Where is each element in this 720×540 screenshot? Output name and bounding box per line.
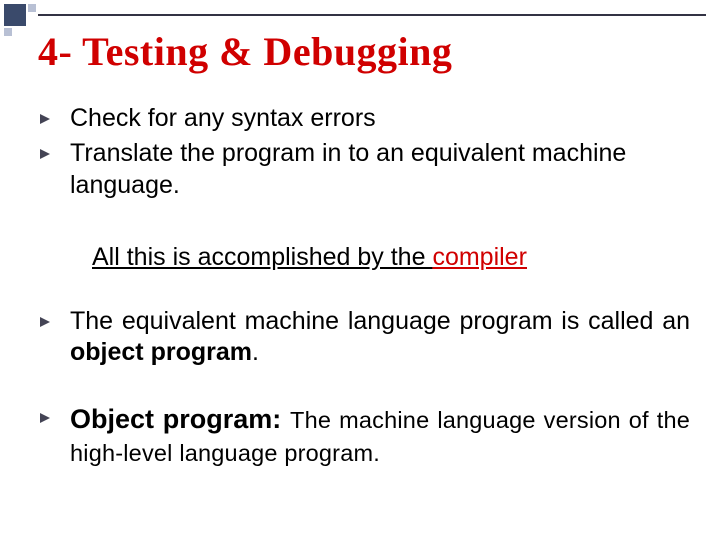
bullet-item: Translate the program in to an equivalen… <box>38 138 690 201</box>
bullet-arrow-icon <box>38 112 60 126</box>
b3-part2: . <box>252 338 259 366</box>
mid-statement: All this is accomplished by the compiler <box>92 243 670 272</box>
bullet-text: The equivalent machine language program … <box>70 306 690 369</box>
slide-content: 4- Testing & Debugging Check for any syn… <box>38 28 690 469</box>
b3-bold: object program <box>70 338 252 366</box>
slide-title: 4- Testing & Debugging <box>38 28 690 75</box>
b3-part1: The equivalent machine language program … <box>70 307 690 335</box>
object-program-definition: Object program: The machine language ver… <box>70 402 690 469</box>
obj-def-label: Object program: <box>70 404 290 434</box>
bullet-item: Check for any syntax errors <box>38 103 690 134</box>
mid-prefix: All this is accomplished by the <box>92 243 432 271</box>
bullet-arrow-icon <box>38 147 60 161</box>
compiler-word: compiler <box>432 243 526 271</box>
bullet-item: Object program: The machine language ver… <box>38 402 690 469</box>
bullet-text: Translate the program in to an equivalen… <box>70 138 690 201</box>
corner-square-large <box>4 4 26 26</box>
corner-square-small-top <box>28 4 36 12</box>
bullet-item: The equivalent machine language program … <box>38 306 690 369</box>
top-rule <box>38 14 706 16</box>
bullet-arrow-icon <box>38 315 60 329</box>
bullet-text: Check for any syntax errors <box>70 103 690 134</box>
corner-square-small-left <box>4 28 12 36</box>
corner-decoration <box>0 0 38 38</box>
bullet-arrow-icon <box>38 411 60 425</box>
